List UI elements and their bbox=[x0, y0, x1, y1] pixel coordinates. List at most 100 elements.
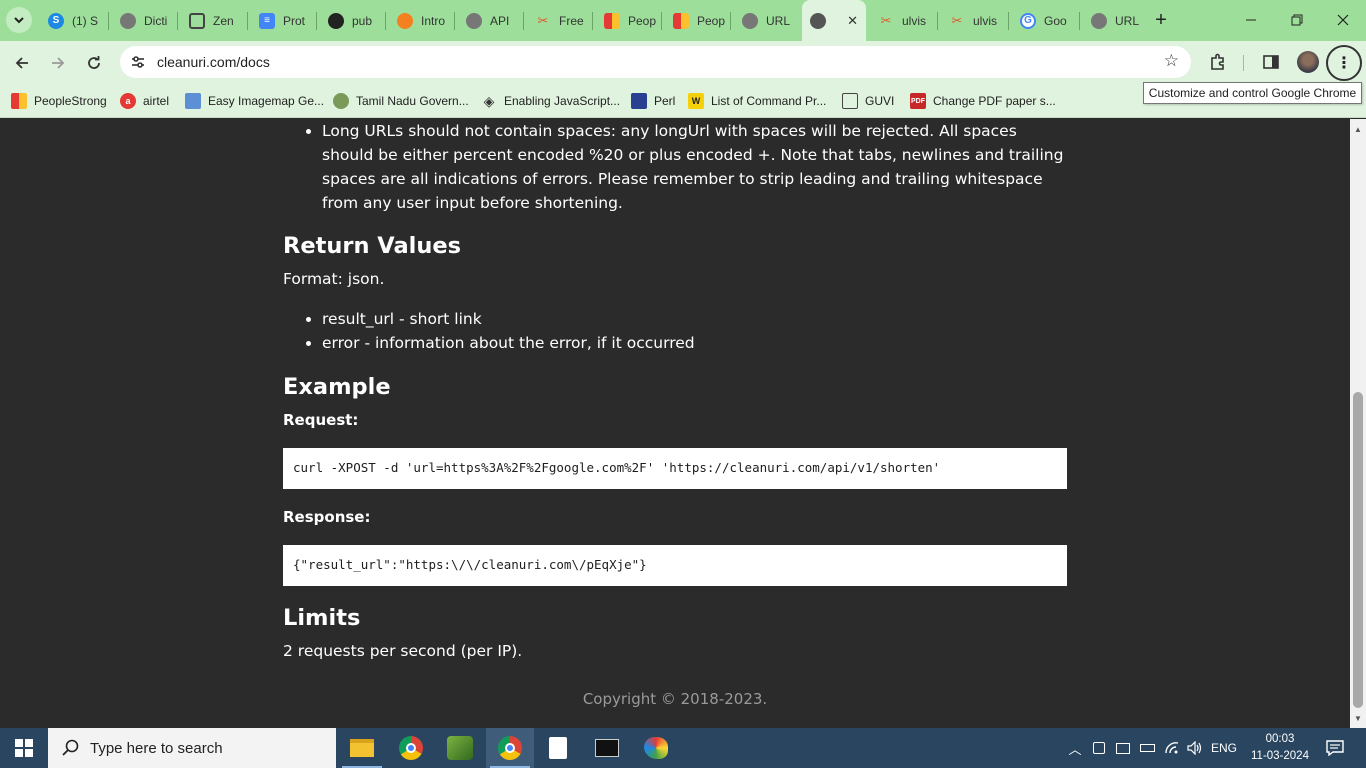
google-icon: G bbox=[1020, 12, 1036, 29]
limits-heading: Limits bbox=[283, 605, 361, 631]
start-button[interactable] bbox=[0, 728, 48, 768]
request-code-block[interactable]: curl -XPOST -d 'url=https%3A%2F%2Fgoogle… bbox=[283, 448, 1067, 489]
scrollbar-thumb[interactable] bbox=[1353, 392, 1363, 708]
notepad-icon bbox=[549, 737, 567, 759]
forward-button[interactable] bbox=[43, 48, 73, 78]
taskbar-clock[interactable]: 00:03 11-03-2024 bbox=[1250, 731, 1310, 765]
new-tab-button[interactable]: + bbox=[1150, 8, 1172, 32]
tray-battery-icon[interactable] bbox=[1138, 728, 1156, 768]
response-label: Response: bbox=[283, 508, 371, 526]
close-window-button[interactable] bbox=[1320, 0, 1366, 40]
tab-separator bbox=[385, 12, 386, 30]
chevron-up-icon: ︿ bbox=[1068, 741, 1082, 757]
tab-5[interactable]: pub bbox=[320, 6, 382, 35]
wiki-icon: W bbox=[688, 93, 704, 109]
tab-15[interactable]: URL bbox=[1083, 6, 1147, 35]
tab-2[interactable]: Dicti bbox=[112, 6, 174, 35]
page-scrollbar[interactable]: ▲ ▼ bbox=[1350, 119, 1366, 728]
tray-volume-icon[interactable] bbox=[1185, 728, 1205, 768]
taskbar-terminal[interactable] bbox=[583, 728, 631, 768]
tab-separator bbox=[316, 12, 317, 30]
tab-10[interactable]: Peop bbox=[665, 6, 727, 35]
tab-separator bbox=[661, 12, 662, 30]
tray-meet-icon[interactable] bbox=[1090, 728, 1108, 768]
bookmark-tamilnadu[interactable]: Tamil Nadu Govern... bbox=[333, 92, 469, 110]
taskbar-file-explorer[interactable] bbox=[338, 728, 386, 768]
bookmark-peoplestrong[interactable]: PeopleStrong bbox=[11, 92, 107, 110]
tab-separator bbox=[1079, 12, 1080, 30]
airtel-icon: a bbox=[120, 93, 136, 109]
taskbar-notepad[interactable] bbox=[534, 728, 582, 768]
response-code-block[interactable]: {"result_url":"https:\/\/cleanuri.com\/p… bbox=[283, 545, 1067, 586]
windows-taskbar: Type here to search ︿ ENG 00:03 11-03-20… bbox=[0, 728, 1366, 768]
bookmark-folder-guvi[interactable]: GUVI bbox=[842, 92, 894, 110]
restore-button[interactable] bbox=[1274, 0, 1320, 40]
tab-title: ulvis bbox=[902, 13, 927, 28]
notifications-button[interactable] bbox=[1320, 728, 1350, 768]
battery-icon bbox=[1139, 744, 1155, 752]
reload-button[interactable] bbox=[79, 48, 109, 78]
bookmark-perl[interactable]: Perl bbox=[631, 92, 675, 110]
tab-1[interactable]: S (1) S bbox=[40, 6, 106, 35]
avatar-icon bbox=[1297, 51, 1319, 73]
back-button[interactable] bbox=[7, 48, 37, 78]
bookmark-airtel[interactable]: a airtel bbox=[120, 92, 169, 110]
tab-3[interactable]: Zen bbox=[181, 6, 245, 35]
camera-icon bbox=[1093, 742, 1105, 754]
tray-display-icon[interactable] bbox=[1114, 728, 1132, 768]
taskbar-game-app[interactable] bbox=[436, 728, 484, 768]
language-indicator[interactable]: ENG bbox=[1208, 728, 1240, 768]
minimize-icon bbox=[1246, 19, 1256, 21]
minimize-button[interactable] bbox=[1228, 0, 1274, 40]
scroll-down-icon[interactable]: ▼ bbox=[1350, 710, 1366, 726]
toolbar-divider bbox=[1243, 55, 1244, 71]
tray-wifi-icon[interactable] bbox=[1162, 728, 1182, 768]
tab-title: Free bbox=[559, 13, 584, 28]
close-tab-icon[interactable]: ✕ bbox=[847, 13, 858, 29]
bookmark-label: airtel bbox=[143, 94, 170, 108]
tab-14[interactable]: G Goo bbox=[1012, 6, 1076, 35]
tab-7[interactable]: API bbox=[458, 6, 520, 35]
site-info-icon[interactable] bbox=[128, 52, 148, 72]
tab-separator bbox=[247, 12, 248, 30]
tab-search-button[interactable] bbox=[6, 7, 32, 33]
bookmark-label: Perl bbox=[654, 94, 676, 108]
tab-title: Peop bbox=[697, 13, 726, 28]
example-heading: Example bbox=[283, 374, 391, 400]
tab-separator bbox=[108, 12, 109, 30]
tab-11[interactable]: URL bbox=[734, 6, 798, 35]
bookmark-command-prompt[interactable]: W List of Command Pr... bbox=[688, 92, 826, 110]
tab-title: Peop bbox=[628, 13, 657, 28]
show-hidden-icons[interactable]: ︿ bbox=[1066, 728, 1084, 768]
tab-active-cleanuri[interactable]: ✕ bbox=[802, 0, 866, 41]
tab-12[interactable]: ✂ ulvis bbox=[870, 6, 934, 35]
bookmark-pdf[interactable]: PDF Change PDF paper s... bbox=[910, 92, 1056, 110]
extensions-button[interactable] bbox=[1205, 49, 1231, 75]
tab-9[interactable]: Peop bbox=[596, 6, 658, 35]
tab-6[interactable]: Intro bbox=[389, 6, 451, 35]
game-app-icon bbox=[447, 736, 473, 760]
chrome-menu-button[interactable]: ⋮ bbox=[1326, 45, 1362, 81]
tab-8[interactable]: ✂ Free bbox=[527, 6, 589, 35]
spaces-rule-section: Long URLs should not contain spaces: any… bbox=[283, 119, 1067, 215]
bookmark-javascript[interactable]: ◈ Enabling JavaScript... bbox=[481, 92, 620, 110]
taskbar-chrome-active[interactable] bbox=[486, 728, 534, 768]
taskbar-paint[interactable] bbox=[632, 728, 680, 768]
bookmark-imagemap[interactable]: Easy Imagemap Ge... bbox=[185, 92, 324, 110]
clock-time: 00:03 bbox=[1265, 733, 1295, 745]
tab-4[interactable]: ≡ Prot bbox=[251, 6, 313, 35]
profile-avatar[interactable] bbox=[1295, 49, 1321, 75]
url-text[interactable]: cleanuri.com/docs bbox=[157, 54, 270, 70]
taskbar-chrome[interactable] bbox=[387, 728, 435, 768]
scroll-up-icon[interactable]: ▲ bbox=[1350, 121, 1366, 137]
list-item: result_url - short link bbox=[322, 307, 1067, 331]
tab-13[interactable]: ✂ ulvis bbox=[941, 6, 1005, 35]
volume-icon bbox=[1187, 741, 1202, 755]
address-bar[interactable]: cleanuri.com/docs ☆ bbox=[120, 46, 1191, 78]
side-panel-button[interactable] bbox=[1258, 49, 1284, 75]
close-icon bbox=[1337, 14, 1349, 26]
taskbar-search[interactable]: Type here to search bbox=[48, 728, 336, 768]
side-panel-icon bbox=[1263, 55, 1279, 69]
bookmark-star-icon[interactable]: ☆ bbox=[1164, 51, 1179, 71]
paint-icon bbox=[644, 737, 668, 759]
